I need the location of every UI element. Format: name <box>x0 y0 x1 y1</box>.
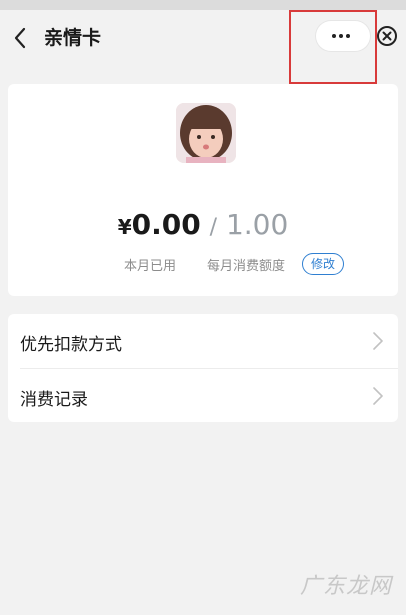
spent-amount: 0.00 <box>131 208 201 241</box>
list-item-label: 优先扣款方式 <box>20 335 122 355</box>
avatar <box>176 103 236 163</box>
back-button[interactable] <box>8 24 32 52</box>
status-bar <box>0 0 406 10</box>
chevron-left-icon <box>14 27 26 49</box>
amount-separator: / <box>209 215 218 240</box>
list-item-label: 消费记录 <box>20 390 88 410</box>
settings-list: 优先扣款方式 消费记录 <box>8 314 398 422</box>
modify-limit-button[interactable]: 修改 <box>302 253 345 275</box>
currency-symbol: ¥ <box>117 215 132 239</box>
chevron-right-icon <box>373 332 383 350</box>
list-item-spending-records[interactable]: 消费记录 <box>8 369 398 423</box>
spent-label: 本月已用 <box>124 259 177 274</box>
monthly-limit-amount: 1.00 <box>225 208 289 241</box>
avatar-image <box>176 103 236 163</box>
watermark: 广东龙网 <box>300 574 393 599</box>
limit-label: 每月消费额度 <box>207 259 286 274</box>
amount-labels: 本月已用 每月消费额度 修改 <box>0 252 406 275</box>
amount-display: ¥0.00 / 1.00 <box>0 208 406 248</box>
chevron-right-icon <box>373 387 383 405</box>
list-item-payment-priority[interactable]: 优先扣款方式 <box>8 314 398 369</box>
page-title: 亲情卡 <box>44 27 102 49</box>
highlight-annotation-box <box>289 10 377 84</box>
close-circle-icon <box>377 26 397 46</box>
close-button[interactable] <box>376 25 398 47</box>
